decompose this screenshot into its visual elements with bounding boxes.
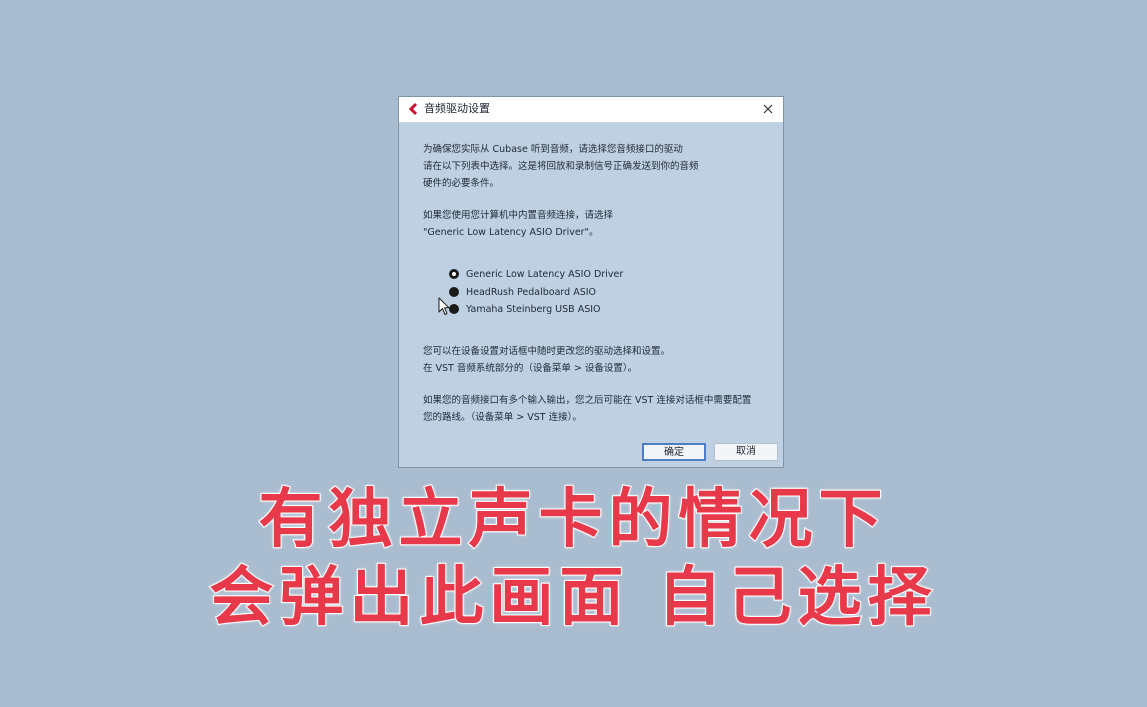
driver-option-yamaha[interactable]: Yamaha Steinberg USB ASIO xyxy=(449,301,749,319)
caption-line-2: 会弹出此画面 自己选择 xyxy=(208,560,938,636)
driver-option-generic[interactable]: Generic Low Latency ASIO Driver xyxy=(449,266,749,284)
audio-driver-dialog: 音频驱动设置 为确保您实际从 Cubase 听到音频，请选择您音频接口的驱动 请… xyxy=(398,96,784,468)
radio-unselected-icon[interactable] xyxy=(449,286,459,297)
ok-button[interactable]: 确定 xyxy=(642,443,706,461)
builtin-audio-paragraph: 如果您使用您计算机中内置音频连接，请选择 "Generic Low Latenc… xyxy=(423,210,614,238)
driver-option-headrush[interactable]: HeadRush Pedalboard ASIO xyxy=(449,284,749,302)
cancel-button[interactable]: 取消 xyxy=(714,443,778,461)
intro-text: 为确保您实际从 Cubase 听到音频，请选择您音频接口的驱动 请在以下列表中选… xyxy=(423,141,775,256)
cubase-logo-icon xyxy=(408,102,418,116)
driver-label: HeadRush Pedalboard ASIO xyxy=(466,286,597,298)
dialog-title: 音频驱动设置 xyxy=(424,102,490,115)
radio-selected-icon[interactable] xyxy=(449,269,459,279)
driver-radio-group: Generic Low Latency ASIO Driver HeadRush… xyxy=(449,266,749,319)
vst-connection-paragraph: 如果您的音频接口有多个输入输出，您之后可能在 VST 连接对话框中需要配置 您的… xyxy=(423,395,752,423)
driver-label: Yamaha Steinberg USB ASIO xyxy=(466,304,601,315)
caption-line-1: 有独立声卡的情况下 xyxy=(258,482,889,558)
mouse-cursor-icon xyxy=(438,297,450,315)
close-icon[interactable] xyxy=(759,100,777,118)
dialog-titlebar[interactable]: 音频驱动设置 xyxy=(399,97,783,123)
intro-paragraph: 为确保您实际从 Cubase 听到音频，请选择您音频接口的驱动 请在以下列表中选… xyxy=(423,144,699,189)
settings-change-paragraph: 您可以在设备设置对话框中随时更改您的驱动选择和设置。 在 VST 音频系统部分的… xyxy=(423,346,671,374)
settings-info-text: 您可以在设备设置对话框中随时更改您的驱动选择和设置。 在 VST 音频系统部分的… xyxy=(423,343,775,441)
radio-unselected-icon[interactable] xyxy=(449,304,459,314)
driver-label: Generic Low Latency ASIO Driver xyxy=(466,269,624,280)
